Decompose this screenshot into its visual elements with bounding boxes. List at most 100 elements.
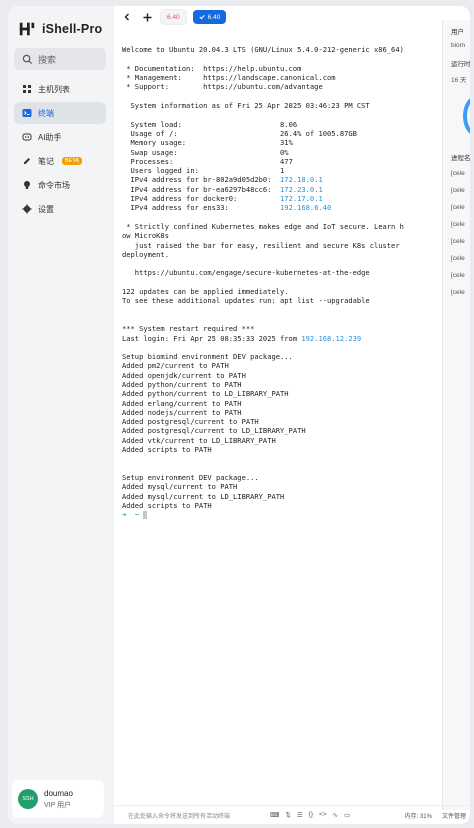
status-bar: 在此处输入命令将发送到所有活动终端 ⌨ ⇅ ☰ {} <> ∿ ▭ 内存: 31% 文件管理 [114, 805, 470, 824]
sidebar-item-label: 主机列表 [38, 84, 70, 94]
stat-key: System load: [122, 119, 281, 129]
last-login-ip: 192.168.12.239 [301, 333, 362, 343]
status-tool-icon[interactable]: {} [309, 811, 313, 819]
broadcast-command-input[interactable]: 在此处输入命令将发送到所有活动终端 [114, 811, 258, 820]
process-row[interactable]: [cele [451, 221, 465, 228]
process-row[interactable]: [cele [451, 204, 465, 211]
status-tool-icon[interactable]: <> [319, 811, 327, 819]
stat-line: Users logged in: 1 [122, 166, 285, 176]
cpu-gauge [463, 96, 470, 136]
stat-key: Swap usage: [122, 147, 281, 157]
terminal-line: * Management: https://landscape.canonica… [122, 73, 336, 83]
sidebar-item-hosts[interactable]: 主机列表 [14, 78, 106, 100]
run-value: 16 天 [451, 77, 467, 84]
brand: iShell-Pro [18, 20, 102, 38]
beta-badge: BETA [62, 157, 82, 165]
process-row[interactable]: [cele [451, 272, 465, 279]
status-tool-icon[interactable]: ⌨ [270, 811, 279, 819]
shell-prompt: ➜ ~ [122, 510, 140, 520]
terminal-line: Added openjdk/current to PATH [122, 370, 246, 380]
process-row[interactable]: [cele [451, 187, 465, 194]
terminal-cursor [143, 511, 148, 520]
stat-key: IPv4 address for br-802a9d05d2b0: [122, 175, 281, 185]
stat-value: 172.17.0.1 [280, 194, 323, 204]
tab-session-disconnected[interactable]: 6.40 [160, 9, 187, 25]
terminal-output[interactable]: Welcome to Ubuntu 20.04.3 LTS (GNU/Linux… [122, 36, 440, 806]
sidebar-item-settings[interactable]: 设置 [14, 198, 106, 220]
sidebar-item-terminal[interactable]: 终端 [14, 102, 106, 124]
setup-biomind-log: Setup biomind environment DEV package...… [122, 352, 306, 454]
terminal-line: Setup environment DEV package... [122, 472, 259, 482]
stat-line: System load: 8.06 [122, 119, 298, 129]
stat-line: IPv4 address for br-802a9d05d2b0: 172.18… [122, 175, 323, 184]
tab-session-active[interactable]: 6.40 [192, 10, 227, 24]
app-window: iShell-Pro 搜索 主机列表 终端 AI助手 笔记 BETA 命令市场 … [8, 6, 470, 824]
process-row[interactable]: [cele [451, 255, 465, 262]
sidebar-item-ai[interactable]: AI助手 [14, 126, 106, 148]
process-row[interactable]: [cele [451, 289, 465, 296]
stat-value: 31% [280, 138, 293, 148]
stat-value: 192.168.6.40 [280, 203, 332, 213]
terminal-line: Added mysql/current to PATH [122, 482, 238, 492]
terminal-line: Last login: Fri Apr 25 08:35:33 2025 fro… [122, 333, 302, 343]
sidebar-item-label: 终端 [38, 108, 54, 118]
tab-label: 6.40 [207, 13, 221, 21]
system-info-panel: 用户 biom 运行时 16 天 进程名 [cele [cele [cele [cel… [442, 20, 470, 810]
status-tool-icons: ⌨ ⇅ ☰ {} <> ∿ ▭ [270, 811, 350, 819]
stat-line: Processes: 477 [122, 157, 293, 166]
process-row[interactable]: [cele [451, 170, 465, 177]
memory-usage: 内存: 31% [404, 813, 432, 820]
terminal-line: Added nodejs/current to PATH [122, 407, 242, 417]
stat-key: Users logged in: [122, 166, 281, 176]
terminal-line: To see these additional updates run: apt… [122, 296, 370, 306]
process-row[interactable]: [cele [451, 238, 465, 245]
user-name: doumao [44, 788, 73, 798]
terminal-line: Added pm2/current to PATH [122, 361, 229, 371]
sidebar-item-command-market[interactable]: 命令市场 [14, 174, 106, 196]
terminal-line: 122 updates can be applied immediately. [122, 287, 289, 297]
tab-label: 6.40 [167, 13, 180, 21]
status-tool-icon[interactable]: ☰ [297, 811, 303, 819]
search-box[interactable]: 搜索 [14, 48, 106, 70]
terminal-line: ow MicroK8s [122, 231, 169, 241]
status-tool-icon[interactable]: ∿ [333, 811, 338, 819]
bulb-icon [24, 181, 30, 189]
terminal-line: * Strictly confined Kubernetes makes edg… [122, 221, 404, 231]
terminal-line: Welcome to Ubuntu 20.04.3 LTS (GNU/Linux… [122, 45, 404, 55]
terminal-line: System information as of Fri 25 Apr 2025… [122, 101, 370, 111]
status-tool-icon[interactable]: ▭ [344, 811, 350, 819]
stat-line: IPv4 address for docker0: 172.17.0.1 [122, 194, 323, 203]
stat-key: Usage of /: [122, 128, 281, 138]
new-tab-plus-icon[interactable] [140, 10, 154, 24]
back-chevron-icon[interactable] [120, 10, 134, 24]
process-name-header[interactable]: 进程名 [451, 152, 470, 162]
sidebar-nav: 主机列表 终端 AI助手 笔记 BETA 命令市场 设置 [14, 78, 106, 222]
terminal-line: Added python/current to LD_LIBRARY_PATH [122, 389, 289, 399]
user-card[interactable]: SSH doumao VIP 用户 [12, 780, 104, 818]
sidebar-item-label: 笔记 [38, 156, 54, 166]
terminal-line: * Support: https://ubuntu.com/advantage [122, 82, 323, 92]
sidebar: iShell-Pro 搜索 主机列表 终端 AI助手 笔记 BETA 命令市场 … [8, 6, 114, 824]
file-manager-button[interactable]: 文件管理 [442, 811, 466, 820]
terminal-line: https://ubuntu.com/engage/secure-kuberne… [122, 268, 370, 278]
terminal-line: deployment. [122, 249, 169, 259]
search-icon [22, 54, 33, 64]
stat-key: IPv4 address for br-ea6297b48cc6: [122, 184, 281, 194]
sidebar-item-notes[interactable]: 笔记 BETA [14, 150, 106, 172]
tab-bar: 6.40 6.40 [114, 6, 442, 28]
stat-key: Memory usage: [122, 138, 281, 148]
stat-value: 8.06 [280, 119, 298, 129]
user-role: VIP 用户 [44, 801, 72, 809]
terminal-line: Added python/current to PATH [122, 379, 242, 389]
terminal-line: Added postgresql/current to PATH [122, 417, 259, 427]
sidebar-item-label: 命令市场 [38, 180, 70, 190]
terminal-line: Added erlang/current to PATH [122, 398, 242, 408]
sidebar-item-label: AI助手 [38, 132, 62, 142]
gear-icon [22, 204, 32, 214]
sidebar-item-label: 设置 [38, 204, 54, 214]
status-tool-icon[interactable]: ⇅ [285, 811, 290, 819]
stat-value: 1 [280, 166, 285, 176]
search-placeholder: 搜索 [38, 54, 57, 65]
stat-value: 172.23.0.1 [280, 184, 323, 194]
terminal-line: Setup biomind environment DEV package... [122, 352, 293, 362]
